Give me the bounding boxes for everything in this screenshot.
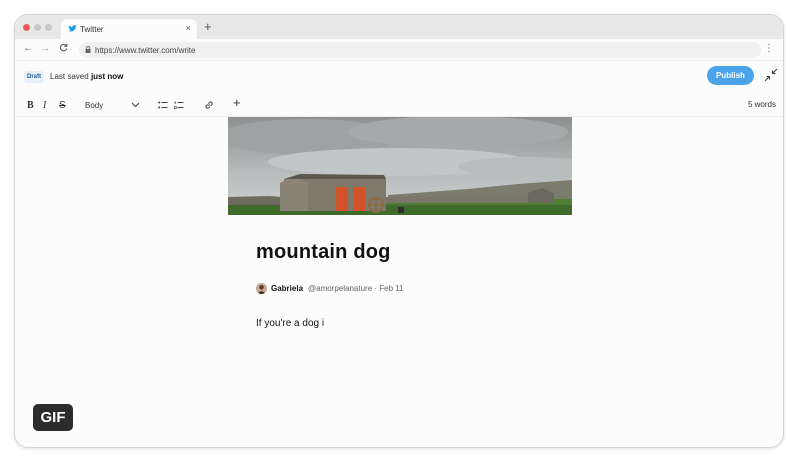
browser-window: Twitter × + ← → https://www.twitter.com/… [14, 14, 784, 448]
reload-glyph [59, 43, 68, 52]
lock-icon [85, 46, 91, 53]
bold-button[interactable]: B [27, 100, 34, 111]
avatar-image [256, 283, 267, 294]
back-icon[interactable]: ← [23, 43, 33, 55]
word-count: 5 words [747, 100, 776, 109]
landscape-photo [228, 117, 572, 215]
close-window-button[interactable] [23, 24, 30, 31]
browser-menu-icon[interactable]: ⋮ [764, 43, 774, 54]
maximize-window-button[interactable] [45, 24, 52, 31]
gif-badge: GIF [33, 404, 73, 431]
bulleted-list-icon[interactable] [158, 101, 168, 110]
new-tab-button[interactable]: + [204, 20, 212, 33]
tab-close-icon[interactable]: × [186, 23, 191, 33]
collapse-icon[interactable] [764, 68, 778, 82]
draft-badge: Draft [24, 71, 45, 83]
url-field[interactable]: https://www.twitter.com/write [79, 42, 761, 58]
tab-twitter[interactable]: Twitter × [61, 19, 197, 39]
style-dropdown[interactable]: Body [85, 100, 103, 111]
author-name[interactable]: Gabriela [271, 284, 303, 293]
save-status: Last saved just now [50, 72, 123, 81]
link-icon[interactable] [204, 100, 214, 110]
url-text: https://www.twitter.com/write [95, 46, 196, 55]
save-status-label: Last saved [50, 72, 89, 81]
tab-title: Twitter [80, 25, 104, 34]
minimize-window-button[interactable] [34, 24, 41, 31]
article-body[interactable]: If you're a dog i [256, 318, 324, 329]
numbered-list-icon[interactable] [174, 101, 184, 110]
save-status-time: just now [90, 72, 124, 81]
twitter-bird-icon [68, 25, 77, 32]
strikethrough-button[interactable]: S [59, 100, 66, 111]
header-image [228, 117, 572, 215]
forward-icon[interactable]: → [40, 43, 50, 55]
reload-icon[interactable] [59, 43, 68, 56]
publish-button[interactable]: Publish [707, 66, 754, 85]
tab-strip: Twitter × + [15, 15, 783, 39]
address-bar-row: ← → https://www.twitter.com/write ⋮ [15, 39, 783, 61]
author-handle-date: @amorpelanature · Feb 11 [308, 284, 404, 293]
insert-button[interactable]: + [233, 96, 241, 109]
chevron-down-icon[interactable] [131, 102, 140, 108]
italic-button[interactable]: I [43, 100, 46, 111]
avatar[interactable] [256, 283, 267, 294]
article-title[interactable]: mountain dog [256, 241, 391, 264]
